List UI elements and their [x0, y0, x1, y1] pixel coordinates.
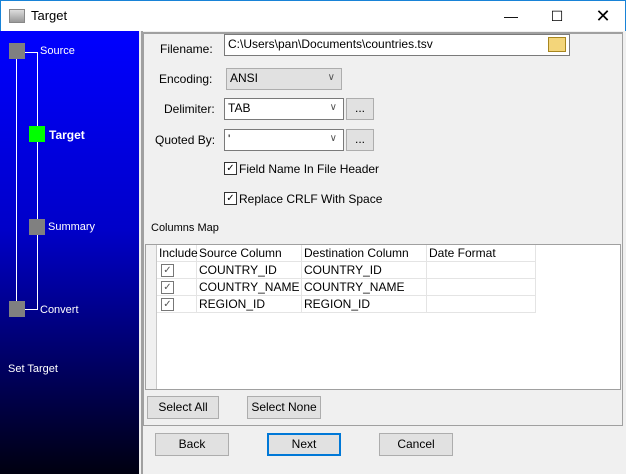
window-title: Target [31, 8, 68, 23]
filename-value: C:\Users\pan\Documents\countries.tsv [228, 37, 433, 51]
step-target-label: Target [49, 128, 85, 142]
columns-map-grid[interactable]: Include Source Column Destination Column… [145, 244, 621, 390]
title-bar: Target — ☐ ✕ [0, 0, 626, 31]
row-indicator-column [146, 245, 157, 389]
destination-cell[interactable]: REGION_ID [302, 296, 427, 313]
header-date-format[interactable]: Date Format [427, 245, 536, 262]
destination-cell[interactable]: COUNTRY_ID [302, 262, 427, 279]
back-button[interactable]: Back [155, 433, 229, 456]
step-convert-marker [9, 301, 25, 317]
wizard-sidebar: Source Target Summary Convert Set Target [0, 31, 139, 474]
source-cell[interactable]: COUNTRY_NAME [197, 279, 302, 296]
quoted-by-label: Quoted By: [155, 133, 216, 147]
step-line [16, 59, 17, 309]
date-format-cell[interactable] [427, 296, 536, 313]
header-source-column[interactable]: Source Column [197, 245, 302, 262]
step-summary-label: Summary [48, 221, 96, 233]
step-target-marker [29, 126, 45, 142]
minimize-button[interactable]: — [488, 1, 534, 31]
replace-crlf-checkbox[interactable]: ✓ [224, 192, 237, 205]
step-line [37, 52, 38, 309]
cancel-button[interactable]: Cancel [379, 433, 453, 456]
step-caption: Set Target [8, 363, 58, 375]
chevron-down-icon: ∨ [329, 133, 337, 144]
field-name-header-checkbox[interactable]: ✓ [224, 162, 237, 175]
step-convert-label: Convert [40, 304, 79, 316]
header-destination-column[interactable]: Destination Column [302, 245, 427, 262]
field-name-header-label: Field Name In File Header [239, 162, 380, 176]
step-source-marker [9, 43, 25, 59]
close-button[interactable]: ✕ [580, 1, 626, 31]
header-include[interactable]: Include [157, 245, 198, 262]
select-none-button[interactable]: Select None [247, 396, 321, 419]
destination-cell[interactable]: COUNTRY_NAME [302, 279, 427, 296]
encoding-label: Encoding: [159, 72, 213, 86]
date-format-cell[interactable] [427, 279, 536, 296]
app-icon [9, 9, 25, 23]
encoding-select[interactable]: ANSI ∨ [226, 68, 342, 90]
next-button[interactable]: Next [267, 433, 341, 456]
include-checkbox[interactable]: ✓ [161, 298, 174, 311]
step-summary-marker [29, 219, 45, 235]
encoding-value: ANSI [230, 71, 259, 85]
source-cell[interactable]: COUNTRY_ID [197, 262, 302, 279]
filename-input[interactable]: C:\Users\pan\Documents\countries.tsv [224, 34, 570, 56]
include-checkbox[interactable]: ✓ [161, 281, 174, 294]
include-checkbox[interactable]: ✓ [161, 264, 174, 277]
replace-crlf-label: Replace CRLF With Space [239, 192, 383, 206]
quoted-by-value: ' [228, 132, 231, 146]
delimiter-ellipsis-button[interactable]: ... [346, 98, 374, 120]
quoted-by-combo[interactable]: ' ∨ [224, 129, 344, 151]
quoted-by-ellipsis-button[interactable]: ... [346, 129, 374, 151]
delimiter-combo[interactable]: TAB ∨ [224, 98, 344, 120]
columns-map-title: Columns Map [151, 222, 219, 234]
select-all-button[interactable]: Select All [147, 396, 219, 419]
maximize-button[interactable]: ☐ [534, 1, 580, 31]
delimiter-label: Delimiter: [164, 102, 215, 116]
delimiter-value: TAB [228, 101, 251, 115]
date-format-cell[interactable] [427, 262, 536, 279]
folder-open-icon[interactable] [548, 37, 566, 52]
step-connector [24, 52, 38, 53]
chevron-down-icon: ∨ [329, 102, 337, 113]
step-source-label: Source [40, 45, 75, 57]
filename-label: Filename: [160, 42, 213, 56]
chevron-down-icon: ∨ [327, 72, 335, 83]
step-connector [24, 309, 38, 310]
source-cell[interactable]: REGION_ID [197, 296, 302, 313]
